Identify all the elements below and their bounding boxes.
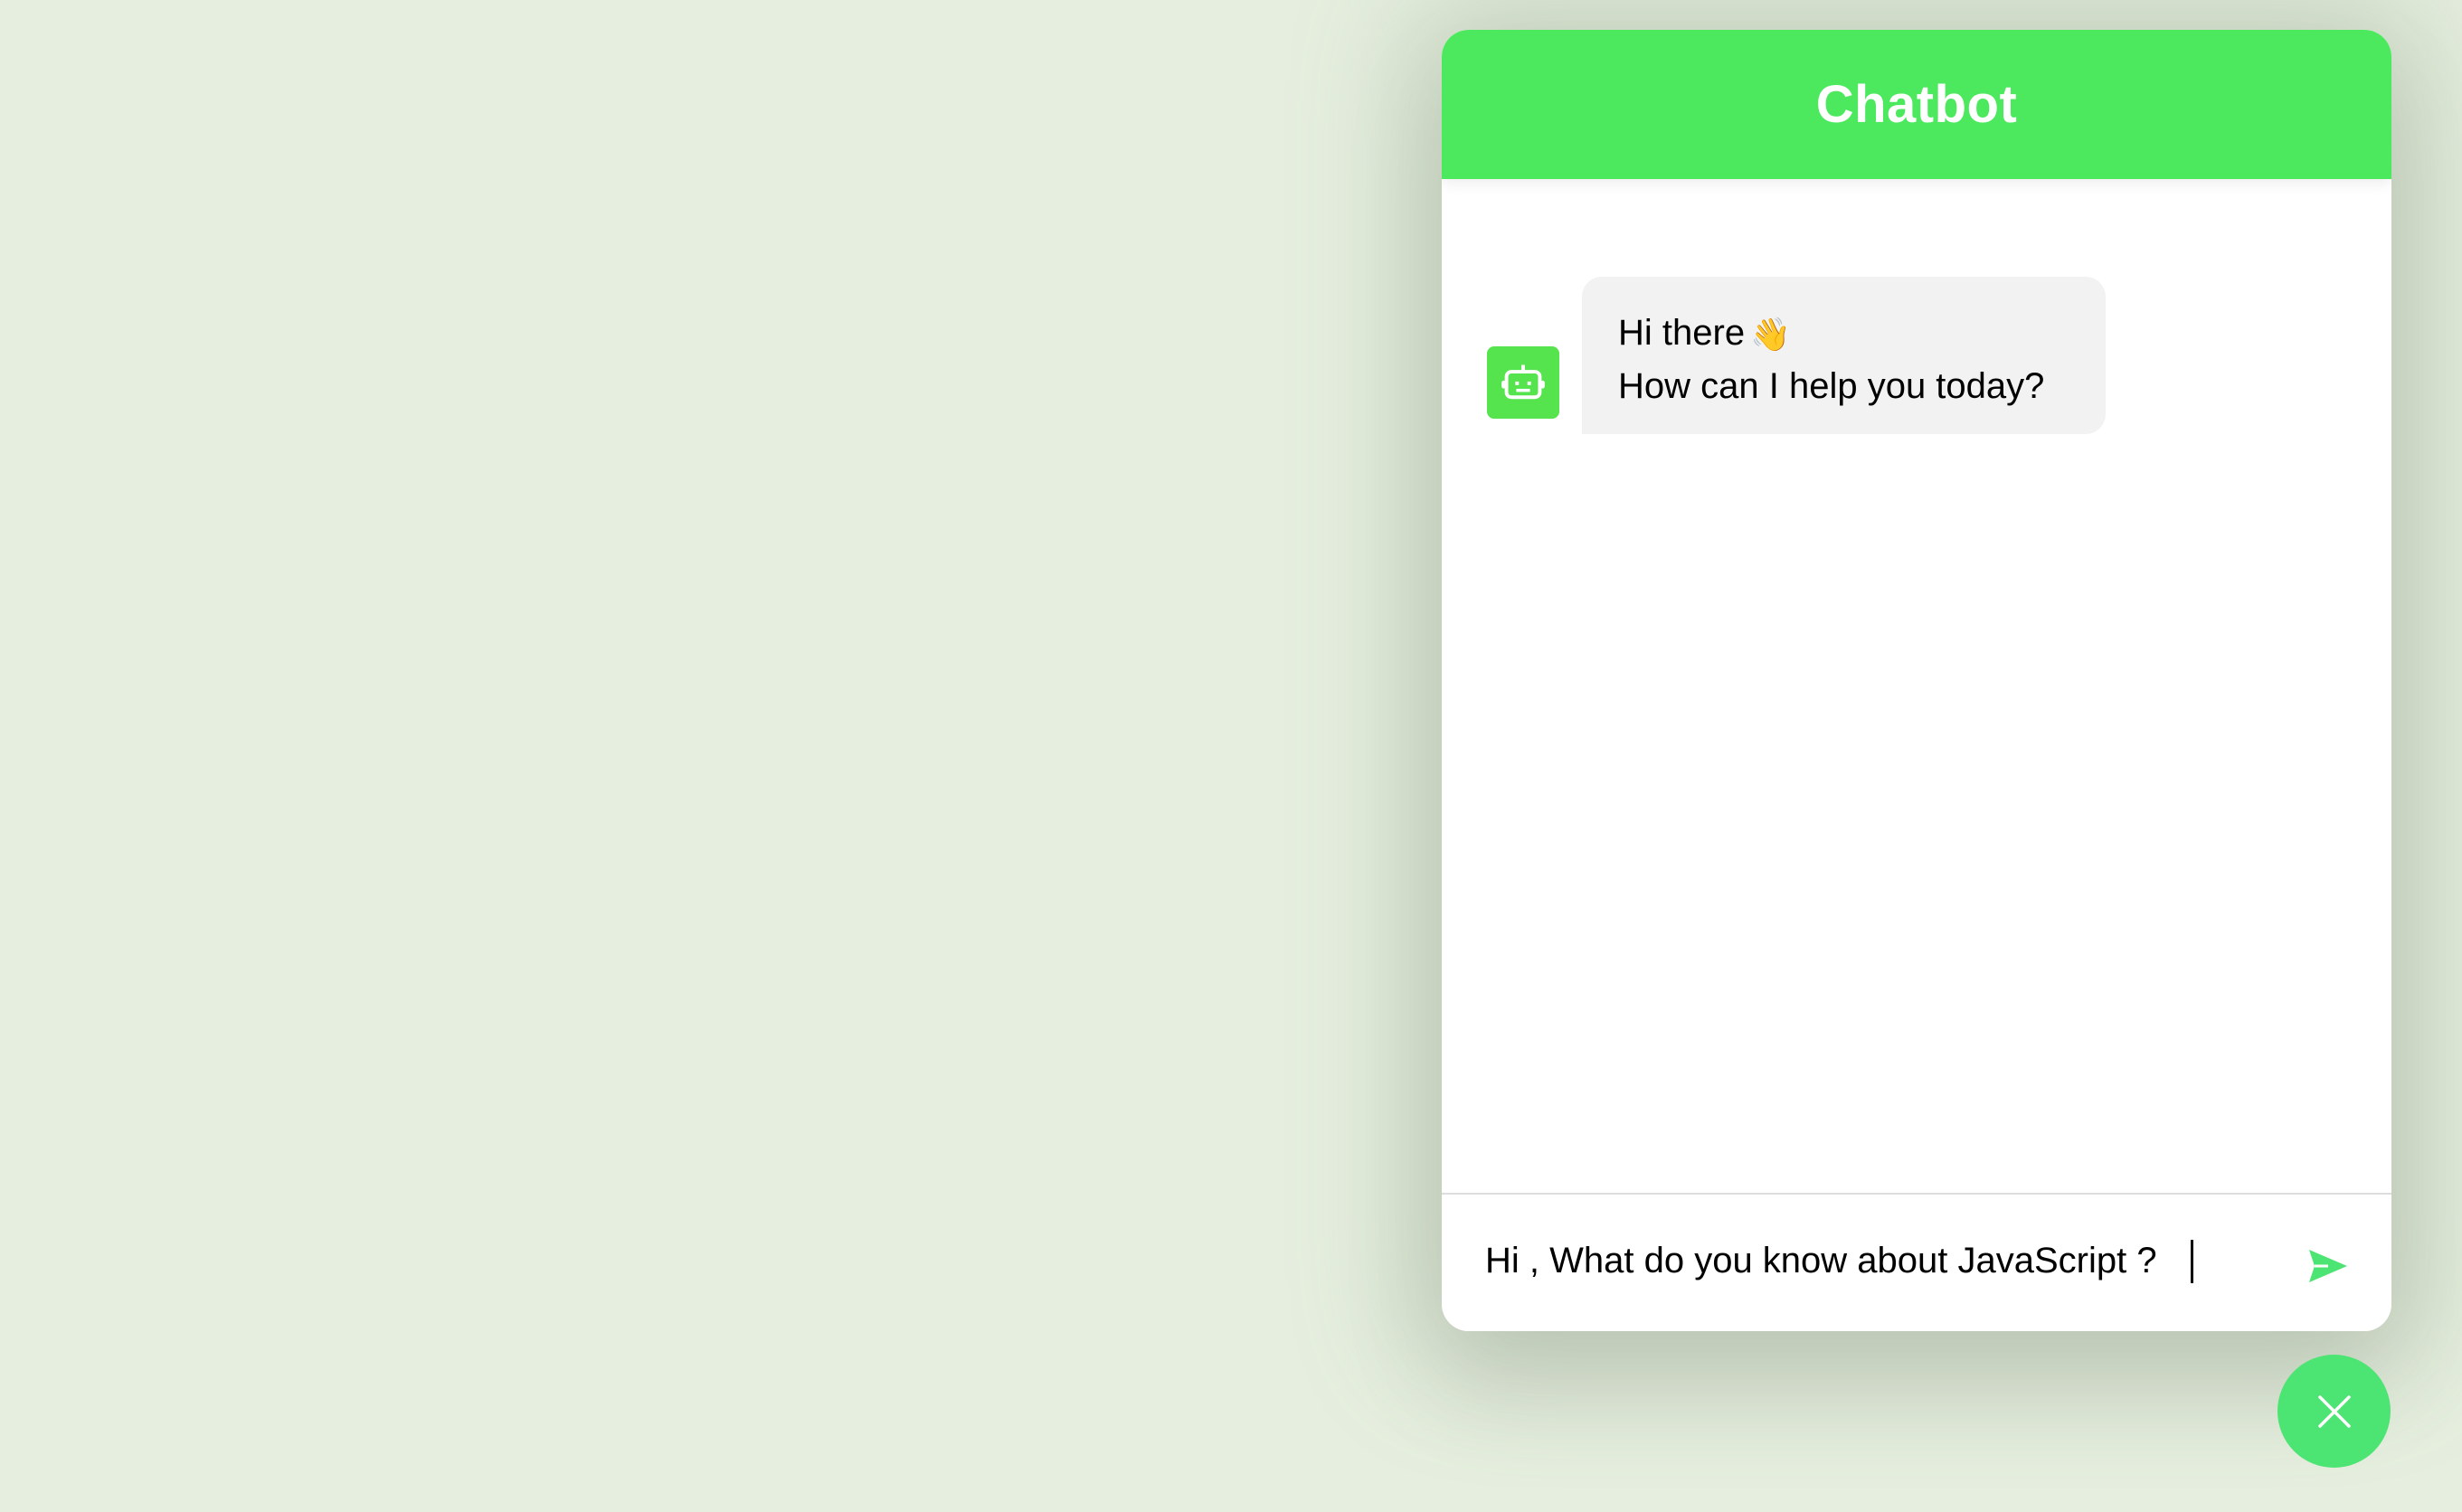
send-button[interactable] [2296,1234,2360,1298]
chat-box: Hi there 👋 How can I help you today? [1442,179,2391,1224]
waving-hand-icon: 👋 [1750,316,1791,354]
robot-icon [1487,346,1559,419]
chat-input-bar [1442,1193,2391,1331]
robot-icon-glyph [1501,364,1545,400]
send-icon [2309,1250,2347,1282]
chat-title: Chatbot [1815,75,2018,134]
chat-header: Chatbot [1442,30,2391,179]
close-icon [2317,1394,2351,1428]
chatbot-window: Chatbot Hi there 👋 How can I help you tod… [1442,30,2391,1331]
close-chat-button[interactable] [2277,1355,2391,1468]
bot-message-bubble: Hi there 👋 How can I help you today? [1582,277,2106,434]
text-caret [2191,1240,2193,1283]
message-input[interactable] [1485,1229,2281,1292]
bot-message-greeting: Hi there [1618,313,1746,353]
bot-message-line-1: Hi there 👋 [1618,307,2069,361]
bot-message-line-2: How can I help you today? [1618,365,2045,406]
